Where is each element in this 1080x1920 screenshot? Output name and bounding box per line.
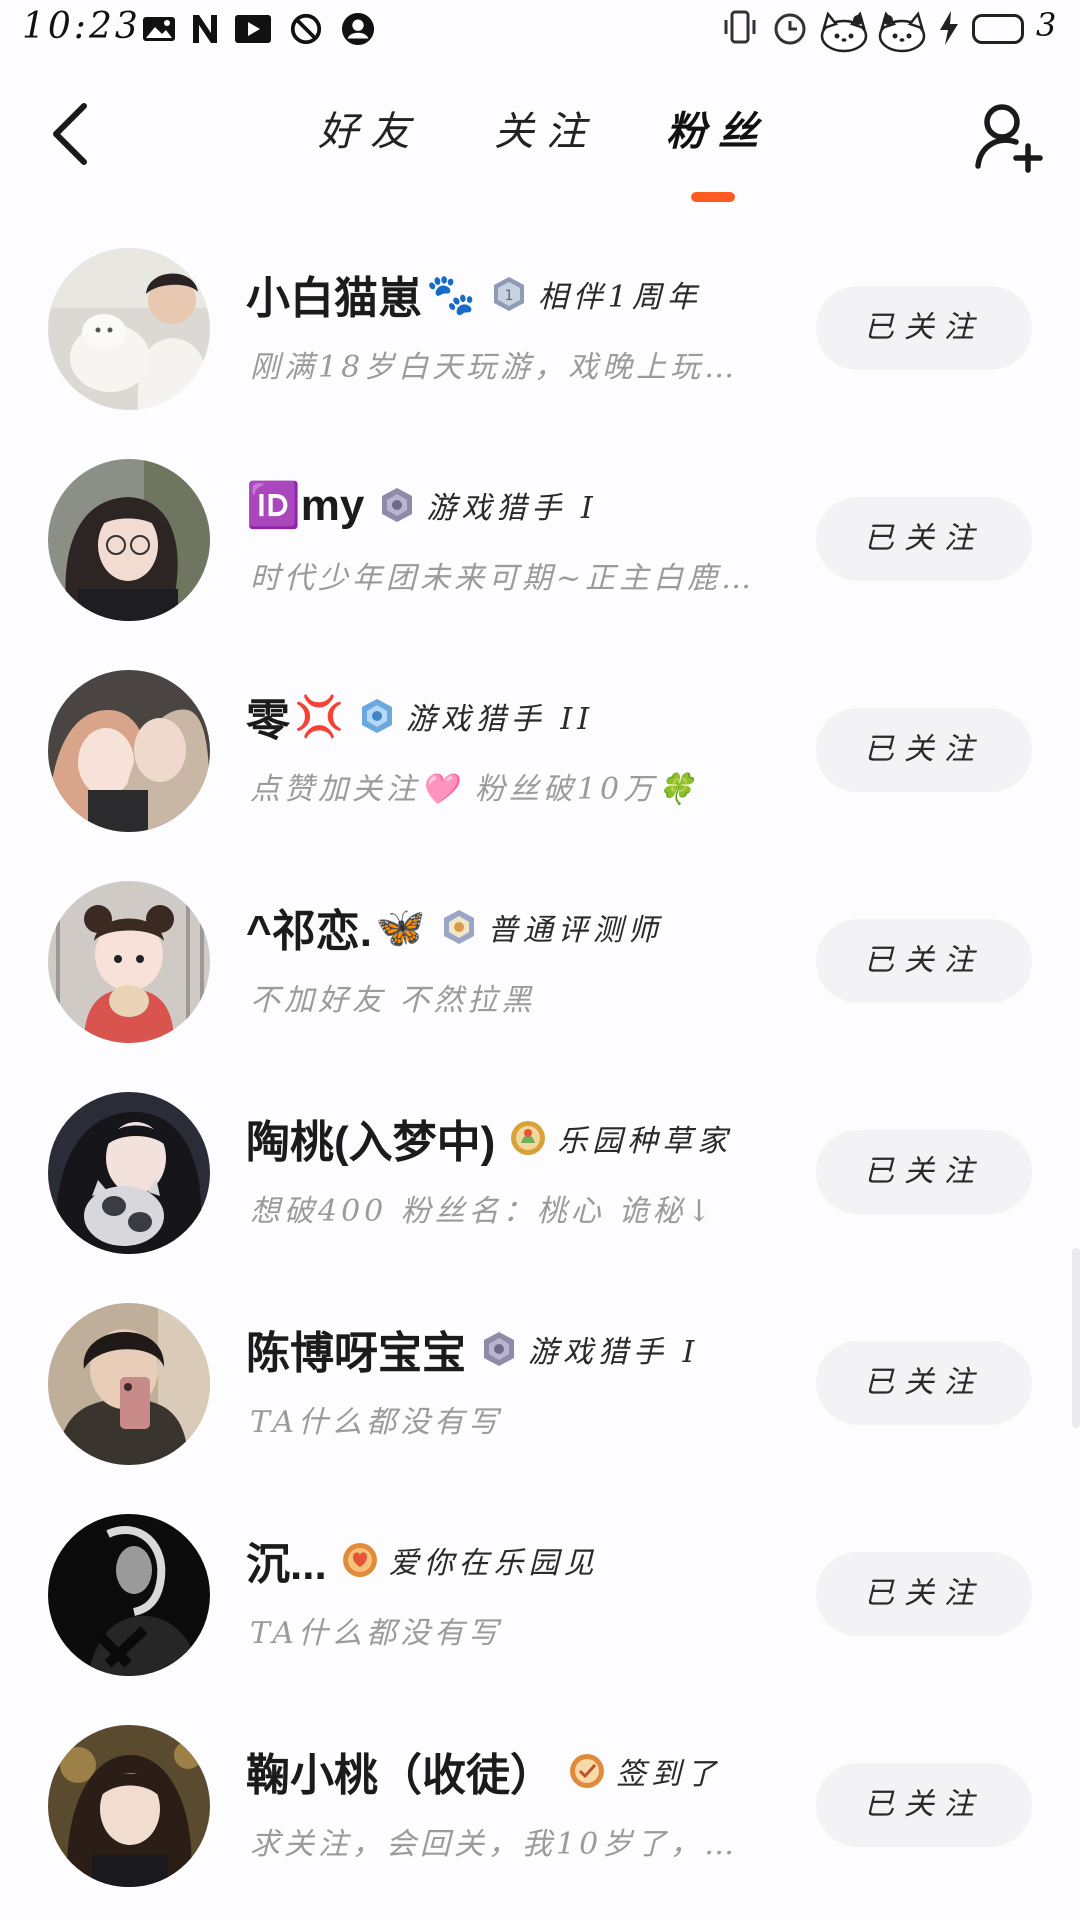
girl-with-cat-avatar[interactable]	[48, 1092, 210, 1254]
alarm-icon	[774, 13, 806, 45]
fan-list-item[interactable]: 陶桃(入梦中) 乐园种草家 想破400 粉丝名：桃心 诡秘↓ 已关注	[0, 1064, 1080, 1274]
profile-icon	[341, 12, 375, 46]
fan-name-line: 🆔my 游戏猎手 I	[246, 473, 598, 537]
girl-portrait-avatar[interactable]	[48, 1725, 210, 1887]
fan-bio: 刚满18岁白天玩游，戏晚上玩…	[250, 350, 739, 385]
status-bar: 10:23 3	[0, 0, 1080, 62]
fan-badge-label: 签到了	[616, 1757, 721, 1792]
fan-list-item[interactable]: 零 💢 游戏猎手 II 点赞加关注🩷 粉丝破10万🍀 已关注	[0, 642, 1080, 852]
svg-text:1: 1	[504, 288, 513, 304]
fan-badge-label: 游戏猎手 I	[528, 1335, 700, 1370]
fan-list-item[interactable]: ^祁恋. 🦋 普通评测师 不加好友 不然拉黑 已关注	[0, 853, 1080, 1063]
active-tab-indicator	[691, 192, 735, 202]
baby-girl-avatar[interactable]	[48, 881, 210, 1043]
mirror-selfie-avatar[interactable]	[48, 1303, 210, 1465]
tab-friends[interactable]: 好友	[318, 100, 422, 164]
do-not-disturb-icon	[290, 13, 322, 45]
fan-bio: TA什么都没有写	[250, 1405, 503, 1440]
fan-name[interactable]: 🆔my	[246, 479, 364, 531]
tab-following[interactable]: 关注	[494, 100, 598, 164]
fan-badge-label: 普通评测师	[487, 913, 663, 948]
game-hunter-badge-icon	[361, 699, 392, 733]
fan-name[interactable]: 陈博呀宝宝	[246, 1317, 466, 1381]
followed-button[interactable]: 已关注	[816, 708, 1032, 792]
fan-badge-label: 爱你在乐园见	[388, 1546, 599, 1581]
garden-badge-icon	[511, 1121, 546, 1155]
fan-list-item[interactable]: 小白猫崽 🐾 1 相伴1周年 刚满18岁白天玩游，戏晚上玩… 已关注	[0, 220, 1080, 430]
hello-kitty-sticker-icon	[878, 11, 926, 53]
header: 好友 关注 粉丝	[0, 62, 1080, 212]
check-in-badge-icon	[570, 1754, 604, 1788]
fan-name-line: 小白猫崽 🐾 1 相伴1周年	[246, 262, 702, 326]
image-notification-icon	[143, 17, 175, 41]
fan-list-item[interactable]: 陈博呀宝宝 游戏猎手 I TA什么都没有写 已关注	[0, 1275, 1080, 1485]
game-hunter-badge-icon	[484, 1332, 514, 1366]
followed-button[interactable]: 已关注	[816, 497, 1032, 581]
fan-name[interactable]: 零	[246, 684, 290, 748]
charging-bolt-icon	[940, 11, 958, 45]
followed-button[interactable]: 已关注	[816, 1552, 1032, 1636]
fan-name[interactable]: 陶桃(入梦中)	[246, 1106, 495, 1170]
reviewer-badge-icon	[443, 910, 474, 944]
fan-name-line: 沉... 爱你在乐园见	[246, 1528, 599, 1592]
anniversary-badge-icon: 1	[493, 277, 524, 311]
followed-button[interactable]: 已关注	[816, 286, 1032, 370]
battery-level: 3	[1036, 6, 1057, 44]
followed-button[interactable]: 已关注	[816, 1341, 1032, 1425]
tab-fans[interactable]: 粉丝	[666, 100, 770, 164]
fan-name-line: 零 💢 游戏猎手 II	[246, 684, 594, 748]
n-app-icon	[193, 15, 217, 43]
fan-badge-label: 乐园种草家	[557, 1124, 733, 1159]
fan-name[interactable]: 沉...	[246, 1528, 327, 1592]
game-hunter-badge-icon	[382, 488, 413, 522]
hello-kitty-sticker-icon	[820, 11, 868, 53]
status-time: 10:23	[22, 6, 141, 47]
fan-name-line: ^祁恋. 🦋 普通评测师	[246, 895, 663, 959]
paw-emoji: 🐾	[426, 271, 476, 318]
scroll-handle[interactable]	[1072, 1248, 1080, 1428]
butterfly-emoji: 🦋	[375, 904, 426, 951]
anger-emoji: 💢	[294, 693, 344, 740]
followed-button[interactable]: 已关注	[816, 1130, 1032, 1214]
add-user-icon	[975, 104, 1043, 173]
fan-bio: 时代少年团未来可期~正主白鹿…	[250, 561, 756, 596]
fan-list-item[interactable]: 🆔my 游戏猎手 I 时代少年团未来可期~正主白鹿… 已关注	[0, 431, 1080, 641]
fan-bio: 求关注，会回关，我10岁了，…	[250, 1827, 739, 1862]
fan-bio: TA什么都没有写	[250, 1616, 503, 1651]
vibrate-icon	[724, 10, 756, 44]
fan-name-line: 陶桃(入梦中) 乐园种草家	[246, 1106, 732, 1170]
couple-selfie-avatar[interactable]	[48, 670, 210, 832]
fan-badge-label: 相伴1周年	[537, 280, 702, 315]
fan-bio: 点赞加关注🩷 粉丝破10万🍀	[250, 772, 699, 807]
fan-list-item[interactable]: 鞠小桃（收徒） 签到了 求关注，会回关，我10岁了，… 已关注	[0, 1697, 1080, 1907]
fan-badge-label: 游戏猎手 II	[405, 702, 595, 737]
fan-badge-label: 游戏猎手 I	[426, 491, 598, 526]
dark-silhouette-avatar[interactable]	[48, 1514, 210, 1676]
fan-name-line: 鞠小桃（收徒） 签到了	[246, 1739, 721, 1803]
fan-name[interactable]: 小白猫崽	[246, 262, 422, 326]
back-button[interactable]	[40, 96, 100, 172]
followed-button[interactable]: 已关注	[816, 1763, 1032, 1847]
fan-list-item[interactable]: 沉... 爱你在乐园见 TA什么都没有写 已关注	[0, 1486, 1080, 1696]
fan-bio: 不加好友 不然拉黑	[250, 983, 536, 1018]
fan-name[interactable]: 鞠小桃（收徒）	[246, 1739, 554, 1803]
battery-icon	[972, 14, 1024, 44]
girl-with-glasses-avatar[interactable]	[48, 459, 210, 621]
video-play-icon	[235, 15, 271, 43]
fan-bio: 想破400 粉丝名：桃心 诡秘↓	[250, 1194, 716, 1229]
fan-name[interactable]: ^祁恋.	[246, 895, 372, 959]
followed-button[interactable]: 已关注	[816, 919, 1032, 1003]
garden-badge-icon	[342, 1543, 377, 1577]
chevron-left-icon	[53, 103, 87, 165]
add-friend-button[interactable]	[972, 98, 1044, 174]
boy-holding-cat-avatar[interactable]	[48, 248, 210, 410]
fan-name-line: 陈博呀宝宝 游戏猎手 I	[246, 1317, 699, 1381]
